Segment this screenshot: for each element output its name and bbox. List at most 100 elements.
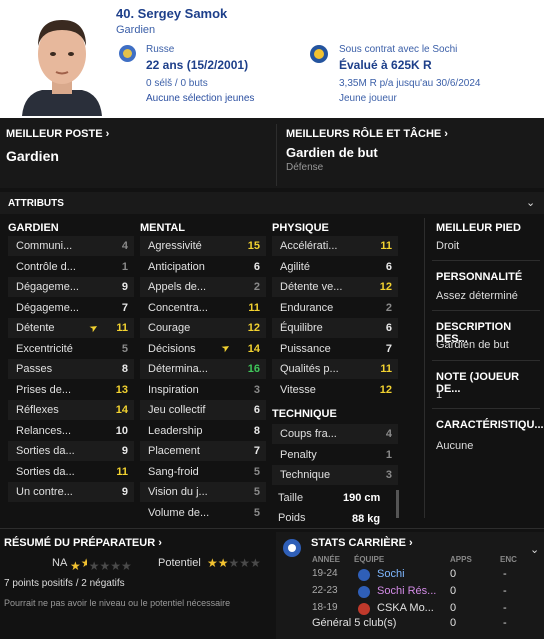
attribute-row[interactable]: Volume de... 5 xyxy=(140,503,266,523)
attribute-row[interactable]: Sorties da... 9 xyxy=(8,441,134,461)
chevron-down-icon[interactable]: ⌄ xyxy=(530,543,539,556)
attribute-row[interactable]: Contrôle d... 1 xyxy=(8,257,134,277)
attribute-name: Vitesse xyxy=(280,383,316,396)
attribute-row[interactable]: Sang-froid 5 xyxy=(140,462,266,482)
career-team[interactable]: Sochi Rés... xyxy=(377,585,436,597)
career-stats-link[interactable]: STATS CARRIÈRE › xyxy=(311,537,413,549)
attribute-row[interactable]: Prises de... 13 xyxy=(8,380,134,400)
best-role-link[interactable]: MEILLEURS RÔLE ET TÂCHE › xyxy=(286,128,448,140)
weight-value: 88 kg xyxy=(352,513,381,525)
attribute-row[interactable]: Un contre... 9 xyxy=(8,482,134,502)
attribute-row[interactable]: Relances... 10 xyxy=(8,421,134,441)
attribute-row[interactable]: Accélérati... 11 xyxy=(272,236,398,256)
scout-summary-title: RÉSUMÉ DU PRÉPARATEUR xyxy=(4,537,156,549)
sochi-badge-icon[interactable] xyxy=(310,45,328,63)
attribute-value: 5 xyxy=(253,506,260,519)
attribute-name: Communi... xyxy=(16,240,73,252)
attribute-row[interactable]: Dégageme... 7 xyxy=(8,298,134,318)
attribute-row[interactable]: Détermina... 16 xyxy=(140,359,266,379)
attribute-row[interactable]: Coups fra... 4 xyxy=(272,424,398,444)
attribute-value: 12 xyxy=(379,281,392,293)
attribute-name: Leadership xyxy=(148,424,203,437)
attribute-name: Anticipation xyxy=(148,260,205,273)
career-apps: 0 xyxy=(450,568,457,580)
attribute-name: Dégageme... xyxy=(16,281,79,293)
attribute-row[interactable]: Communi... 4 xyxy=(8,236,134,256)
attribute-row[interactable]: Appels de... 2 xyxy=(140,277,266,297)
attribute-row[interactable]: Endurance 2 xyxy=(272,298,398,318)
attribute-row[interactable]: Penalty 1 xyxy=(272,445,398,465)
attribute-row[interactable]: Détente 11 ➤ xyxy=(8,318,134,338)
player-status: Jeune joueur xyxy=(339,93,397,104)
scrollbar[interactable] xyxy=(396,490,399,518)
best-position-link[interactable]: MEILLEUR POSTE › xyxy=(6,128,109,140)
attribute-value: 11 xyxy=(116,465,128,478)
attribute-name: Sang-froid xyxy=(148,465,199,478)
divider xyxy=(424,218,425,518)
football-icon xyxy=(283,539,301,557)
attribute-value: 14 xyxy=(247,342,260,355)
attribute-row[interactable]: Jeu collectif 6 xyxy=(140,400,266,420)
note-value: 1 xyxy=(436,389,443,401)
col-apps: APPS xyxy=(450,555,472,564)
player-youth-caps[interactable]: Aucune sélection jeunes xyxy=(146,93,254,104)
attribute-name: Technique xyxy=(280,469,331,481)
divider xyxy=(432,260,540,261)
attribute-value: 9 xyxy=(121,445,128,457)
attribute-row[interactable]: Technique 3 xyxy=(272,465,398,485)
club-badge-icon xyxy=(358,569,370,581)
attribute-name: Appels de... xyxy=(148,281,207,293)
career-stats-title: STATS CARRIÈRE xyxy=(311,537,406,549)
russia-flag-icon xyxy=(119,45,136,62)
best-position-label: MEILLEUR POSTE xyxy=(6,128,103,140)
attribute-row[interactable]: Vitesse 12 xyxy=(272,380,398,400)
attribute-value: 11 xyxy=(380,240,392,252)
contract-club[interactable]: Sous contrat avec le Sochi xyxy=(339,44,457,55)
attribute-row[interactable]: Placement 7 xyxy=(140,441,266,461)
attribute-row[interactable]: Courage 12 xyxy=(140,318,266,338)
scout-summary-link[interactable]: RÉSUMÉ DU PRÉPARATEUR › xyxy=(4,537,162,549)
attributes-title: ATTRIBUTS xyxy=(8,198,64,209)
attribute-name: Endurance xyxy=(280,301,334,314)
progress-arrow-icon: ➤ xyxy=(219,341,233,356)
career-total-apps: 0 xyxy=(450,617,457,629)
attribute-name: Détente ve... xyxy=(280,281,343,293)
attribute-row[interactable]: Passes 8 xyxy=(8,359,134,379)
foot-value: Droit xyxy=(436,240,460,252)
attributes-bar[interactable] xyxy=(0,192,544,214)
player-header: 40. Sergey Samok Gardien Russe 22 ans (1… xyxy=(0,0,544,118)
potential-rating-stars: ★★★★★ xyxy=(207,556,261,570)
attribute-row[interactable]: Excentricité 5 xyxy=(8,339,134,359)
attribute-row[interactable]: Vision du j... 5 xyxy=(140,482,266,502)
attribute-value: 7 xyxy=(121,301,128,314)
attribute-row[interactable]: Qualités p... 11 xyxy=(272,359,398,379)
attribute-value: 6 xyxy=(253,260,260,273)
career-team[interactable]: CSKA Mo... xyxy=(377,602,434,614)
attribute-row[interactable]: Agilité 6 xyxy=(272,257,398,277)
gardien-title: GARDIEN xyxy=(8,222,59,234)
attribute-value: 5 xyxy=(253,465,260,478)
na-rating-stars: ★★★★★★ xyxy=(70,556,132,573)
attribute-name: Placement xyxy=(148,445,200,457)
attribute-row[interactable]: Dégageme... 9 xyxy=(8,277,134,297)
attribute-row[interactable]: Décisions 14 ➤ xyxy=(140,339,266,359)
attribute-name: Décisions xyxy=(148,342,196,355)
attribute-row[interactable]: Anticipation 6 xyxy=(140,257,266,277)
attribute-row[interactable]: Inspiration 3 xyxy=(140,380,266,400)
attribute-row[interactable]: Réflexes 14 xyxy=(8,400,134,420)
attribute-row[interactable]: Détente ve... 12 xyxy=(272,277,398,297)
attribute-row[interactable]: Concentra... 11 xyxy=(140,298,266,318)
attribute-name: Contrôle d... xyxy=(16,260,76,273)
attribute-name: Détermina... xyxy=(148,363,208,375)
player-nationality: Russe xyxy=(146,44,175,55)
attribute-row[interactable]: Agressivité 15 xyxy=(140,236,266,256)
attribute-row[interactable]: Puissance 7 xyxy=(272,339,398,359)
attribute-value: 1 xyxy=(385,448,392,461)
attribute-row[interactable]: Équilibre 6 xyxy=(272,318,398,338)
career-team[interactable]: Sochi xyxy=(377,568,405,580)
weight-label: Poids xyxy=(278,512,306,524)
attribute-row[interactable]: Sorties da... 11 xyxy=(8,462,134,482)
chevron-down-icon[interactable]: ⌄ xyxy=(526,196,535,209)
attribute-name: Excentricité xyxy=(16,342,73,355)
attribute-row[interactable]: Leadership 8 xyxy=(140,421,266,441)
